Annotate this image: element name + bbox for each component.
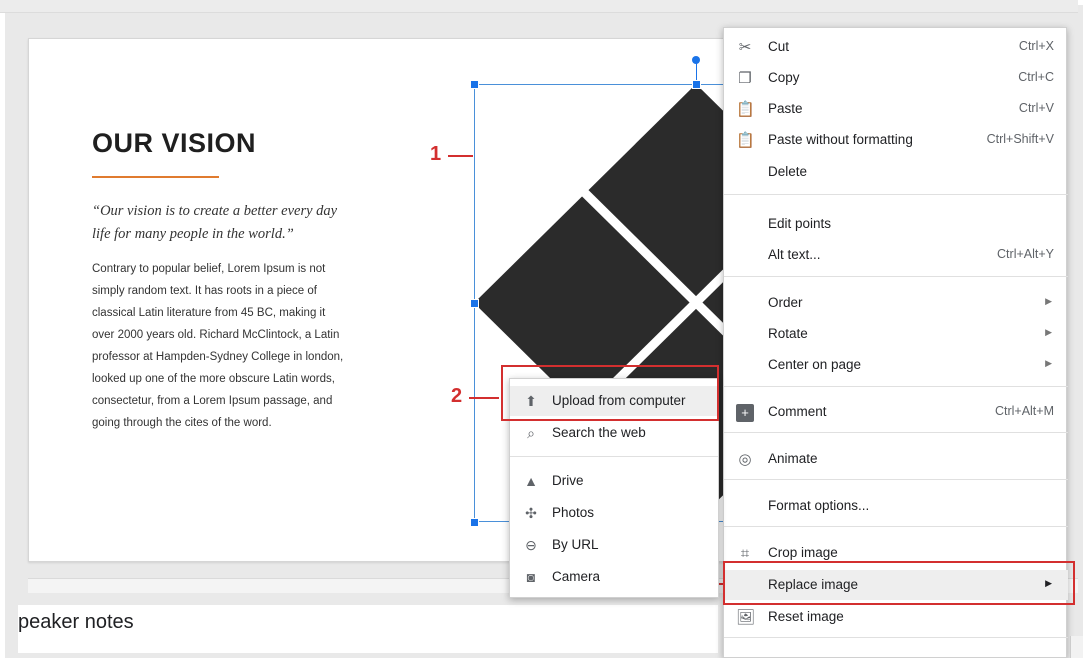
scissors-icon: ✂: [738, 39, 752, 56]
rotation-stem: [696, 62, 697, 82]
menu-item-copy[interactable]: ❐ Copy Ctrl+C: [724, 63, 1068, 93]
toolbar-strip: [0, 0, 1078, 13]
menu-item-paste-without-formatting[interactable]: 📋 Paste without formatting Ctrl+Shift+V: [724, 125, 1068, 155]
menu-divider: [724, 432, 1068, 433]
submenu-item-drive[interactable]: ▲ Drive: [510, 466, 718, 496]
body-line: consectetur, from a Lorem Ipsum passage,…: [92, 395, 333, 407]
drive-icon: ▲: [524, 473, 538, 489]
submenu-item-camera[interactable]: ◙ Camera: [510, 562, 718, 592]
reset-image-icon: 🖼: [736, 609, 756, 626]
resize-handle-top-left[interactable]: [470, 80, 479, 89]
heading-underline: [92, 176, 219, 178]
submenu-arrow-icon: ▶: [1045, 327, 1052, 337]
menu-divider: [724, 386, 1068, 387]
menu-divider: [724, 637, 1068, 638]
annotation-line-1: [448, 155, 473, 157]
slide-heading: OUR VISION: [92, 128, 257, 158]
submenu-item-by-url[interactable]: ⊖ By URL: [510, 530, 718, 560]
quote-line: “Our vision is to create a better every …: [92, 203, 338, 219]
speaker-notes-label: peaker notes: [18, 611, 134, 633]
highlight-box-replace-image: [723, 561, 1075, 605]
menu-item-alt-text[interactable]: Alt text... Ctrl+Alt+Y: [724, 240, 1068, 270]
menu-item-cut[interactable]: ✂ Cut Ctrl+X: [724, 32, 1068, 62]
link-icon: ⊖: [525, 537, 537, 553]
resize-handle-top[interactable]: [692, 80, 701, 89]
menu-item-paste[interactable]: 📋 Paste Ctrl+V: [724, 94, 1068, 124]
menu-item-format-options[interactable]: Format options...: [724, 491, 1068, 521]
submenu-item-photos[interactable]: ✣ Photos: [510, 498, 718, 528]
menu-divider: [724, 479, 1068, 480]
scrollbar-corner[interactable]: [1070, 636, 1083, 658]
resize-handle-bottom-left[interactable]: [470, 518, 479, 527]
menu-divider: [724, 276, 1068, 277]
body-line: looked up one of the more obscure Latin …: [92, 373, 335, 385]
clipboard-icon: 📋: [736, 101, 755, 118]
menu-divider: [510, 456, 718, 457]
body-line: going through the cites of the word.: [92, 417, 272, 429]
submenu-item-search-the-web[interactable]: ⌕ Search the web: [510, 418, 718, 448]
slide-quote: “Our vision is to create a better every …: [92, 200, 392, 246]
body-line: classical Latin literature from 45 BC, m…: [92, 307, 326, 319]
rotation-handle[interactable]: [692, 56, 700, 64]
add-comment-icon: +: [736, 404, 754, 422]
menu-item-edit-points[interactable]: Edit points: [724, 209, 1068, 239]
menu-item-order[interactable]: Order ▶: [724, 288, 1068, 318]
menu-item-reset-image[interactable]: 🖼 Reset image: [724, 602, 1068, 632]
body-line: over 2000 years old. Richard McClintock,…: [92, 329, 340, 341]
body-line: Contrary to popular belief, Lorem Ipsum …: [92, 263, 326, 275]
menu-item-delete[interactable]: Delete: [724, 157, 1068, 187]
menu-item-comment[interactable]: + Comment Ctrl+Alt+M: [724, 397, 1068, 427]
body-line: professor at Hampden-Sydney College in l…: [92, 351, 344, 363]
animate-icon: ◎: [738, 451, 752, 468]
slide-body-text: Contrary to popular belief, Lorem Ipsum …: [92, 258, 392, 434]
submenu-arrow-icon: ▶: [1045, 358, 1052, 368]
annotation-marker-2: 2: [451, 385, 463, 407]
menu-divider: [724, 194, 1068, 195]
camera-icon: ◙: [526, 569, 536, 585]
copy-icon: ❐: [738, 70, 752, 87]
photos-icon: ✣: [525, 505, 537, 521]
resize-handle-left[interactable]: [470, 299, 479, 308]
annotation-line-2: [469, 397, 499, 399]
menu-item-animate[interactable]: ◎ Animate: [724, 444, 1068, 474]
body-line: simply random text. It has roots in a pi…: [92, 285, 317, 297]
submenu-arrow-icon: ▶: [1045, 296, 1052, 306]
quote-line: life for many people in the world.”: [92, 226, 294, 242]
highlight-box-upload: [501, 365, 719, 421]
menu-item-center-on-page[interactable]: Center on page ▶: [724, 350, 1068, 380]
annotation-marker-1: 1: [430, 143, 442, 165]
menu-item-rotate[interactable]: Rotate ▶: [724, 319, 1068, 349]
clipboard-text-icon: 📋: [736, 132, 755, 149]
search-icon: ⌕: [527, 425, 535, 441]
menu-divider: [724, 526, 1068, 527]
